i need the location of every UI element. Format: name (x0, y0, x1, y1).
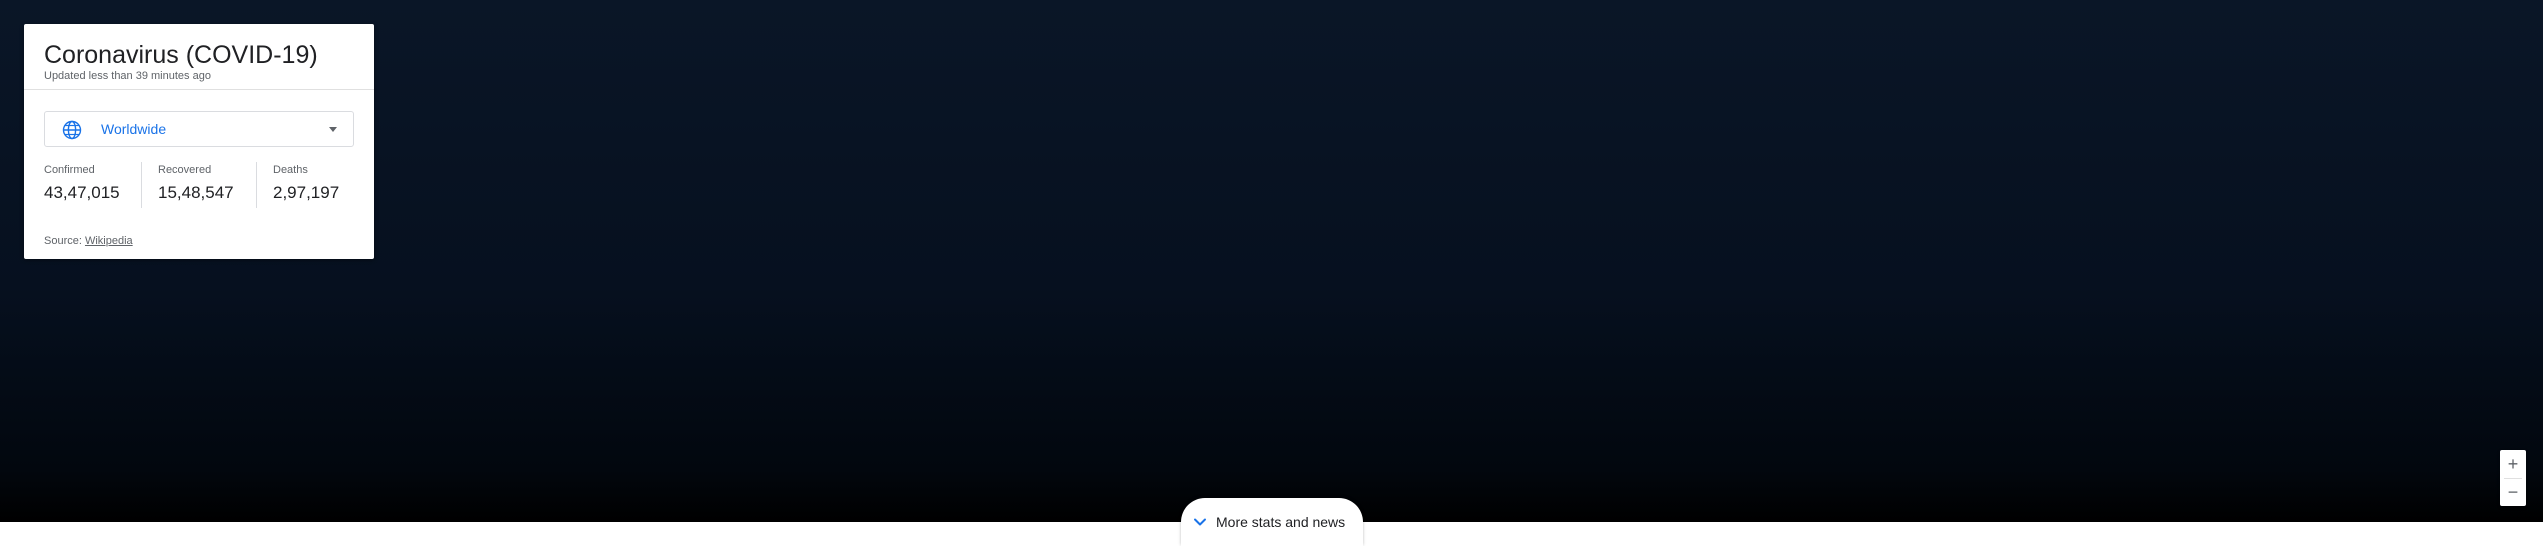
zoom-out-button[interactable]: − (2500, 478, 2526, 506)
world-map[interactable] (0, 0, 2543, 522)
stat-divider (141, 162, 142, 208)
stat-value: 43,47,015 (44, 183, 120, 202)
card-divider (24, 89, 374, 90)
stat-value: 15,48,547 (158, 183, 234, 202)
stat-divider (256, 162, 257, 208)
stat-deaths: Deaths 2,97,197 (273, 162, 339, 208)
card-title: Coronavirus (COVID-19) (44, 41, 318, 69)
source-prefix: Source: (44, 235, 85, 247)
covid-stats-card: Coronavirus (COVID-19) Updated less than… (24, 24, 374, 259)
source-link-wikipedia[interactable]: Wikipedia (85, 235, 133, 247)
zoom-control: + − (2500, 450, 2526, 506)
stat-label: Confirmed (44, 164, 95, 176)
stat-confirmed: Confirmed 43,47,015 (44, 162, 120, 208)
card-updated-time: Updated less than 39 minutes ago (44, 70, 211, 82)
caret-down-icon (329, 127, 337, 132)
stat-label: Deaths (273, 164, 308, 176)
globe-icon (62, 120, 82, 140)
stat-label: Recovered (158, 164, 212, 176)
region-selected-value: Worldwide (101, 121, 167, 137)
chevron-down-icon (1194, 518, 1206, 526)
source-attribution: Source: Wikipedia (44, 235, 133, 247)
stat-value: 2,97,197 (273, 183, 340, 202)
stat-recovered: Recovered 15,48,547 (158, 162, 234, 208)
more-stats-button[interactable]: More stats and news (1181, 498, 1363, 546)
zoom-in-button[interactable]: + (2500, 450, 2526, 478)
region-dropdown[interactable]: Worldwide (44, 111, 354, 147)
more-stats-label: More stats and news (1216, 514, 1346, 530)
